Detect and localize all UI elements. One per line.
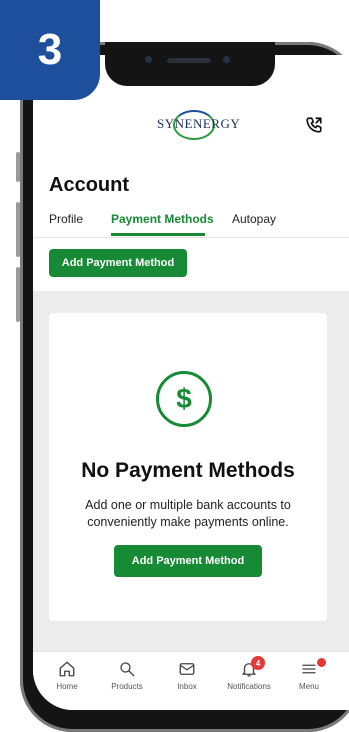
front-camera xyxy=(145,56,152,63)
page-title: Account xyxy=(49,174,129,196)
active-tab-indicator xyxy=(111,233,205,236)
mail-icon xyxy=(179,663,195,675)
tabbar-label-products: Products xyxy=(111,682,143,691)
phone-notch xyxy=(105,42,275,86)
menu-icon xyxy=(302,664,316,674)
tabbar-label-home: Home xyxy=(56,682,78,691)
tabbar-label-notifications: Notifications xyxy=(227,682,271,691)
tabbar-label-menu: Menu xyxy=(298,682,319,691)
menu-alert-dot xyxy=(317,658,326,667)
volume-down-button xyxy=(16,267,20,322)
search-icon xyxy=(120,662,135,677)
add-payment-method-button[interactable]: Add Payment Method xyxy=(114,545,262,577)
empty-state-title: No Payment Methods xyxy=(81,459,295,482)
volume-up-button xyxy=(16,202,20,257)
empty-state-card: $ No Payment Methods Add one or multiple… xyxy=(49,313,327,621)
home-icon xyxy=(59,661,75,677)
tabbar-item-inbox[interactable]: Inbox xyxy=(155,660,219,691)
synenergy-logo: SYNENERGY xyxy=(157,116,241,131)
content-area: $ No Payment Methods Add one or multiple… xyxy=(33,291,349,651)
dollar-icon: $ xyxy=(156,371,212,427)
tab-profile[interactable]: Profile xyxy=(49,212,83,226)
add-payment-method-button-top[interactable]: Add Payment Method xyxy=(49,249,187,277)
step-number-badge: 3 xyxy=(0,0,100,100)
tabbar-item-home[interactable]: Home xyxy=(35,660,99,691)
earpiece-speaker xyxy=(167,58,211,63)
phone-call-icon[interactable] xyxy=(305,116,323,139)
tabbar-label-inbox: Inbox xyxy=(177,682,197,691)
app-screen: SYNENERGY Account Profile Payment Method… xyxy=(33,55,349,710)
app-header: SYNENERGY xyxy=(33,110,349,150)
silent-switch xyxy=(16,152,20,182)
account-tabs: Profile Payment Methods Autopay xyxy=(33,205,349,238)
tabbar-item-notifications[interactable]: 4 Notifications xyxy=(217,656,281,691)
face-sensor xyxy=(223,56,230,63)
tab-payment-methods[interactable]: Payment Methods xyxy=(111,212,214,226)
tabbar-item-products[interactable]: Products xyxy=(95,660,159,691)
notification-count-badge: 4 xyxy=(251,656,265,670)
tab-autopay[interactable]: Autopay xyxy=(232,212,276,226)
tabbar-item-menu[interactable]: Menu xyxy=(277,658,341,691)
bottom-tab-bar: Home Products Inbox 4 Notifications Menu xyxy=(33,651,349,710)
empty-state-description: Add one or multiple bank accounts to con… xyxy=(85,498,291,529)
